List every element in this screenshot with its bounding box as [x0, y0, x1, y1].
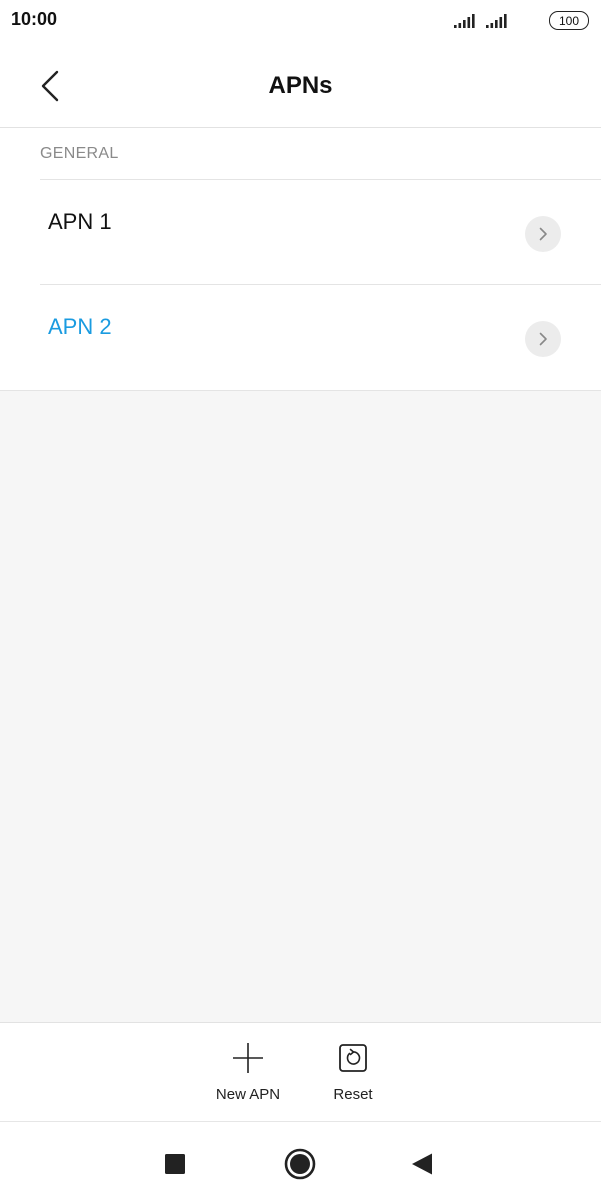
home-circle-icon: [284, 1148, 316, 1180]
nav-back-button[interactable]: [402, 1147, 442, 1181]
list-item-label-selected: APN 2: [48, 314, 112, 339]
status-bar: 10:00 100: [0, 0, 601, 44]
apn-settings-screen: 10:00 100 APNs GENERAL APN 1 APN 2 New A…: [0, 0, 601, 1202]
reset-icon: [339, 1044, 367, 1072]
recents-square-icon: [165, 1154, 185, 1174]
home-button[interactable]: [280, 1147, 320, 1181]
battery-level: 100: [558, 13, 580, 28]
battery-icon: 100: [549, 11, 589, 30]
back-triangle-icon: [412, 1153, 432, 1175]
chevron-right-icon: [525, 321, 561, 357]
reset-button[interactable]: Reset: [308, 1041, 398, 1111]
bottom-toolbar: New APN Reset: [0, 1022, 601, 1122]
page-title: APNs: [268, 72, 333, 99]
section-header: GENERAL: [40, 145, 119, 162]
list-item-apn-1[interactable]: APN 1: [0, 180, 601, 284]
reset-label: Reset: [333, 1086, 373, 1103]
signal-icon-2: [486, 14, 507, 28]
new-apn-label: New APN: [215, 1086, 281, 1103]
list-item-label: APN 1: [48, 209, 112, 234]
signal-icon: [454, 14, 475, 28]
navigation-bar: [0, 1121, 601, 1202]
recents-button[interactable]: [155, 1147, 195, 1181]
title-bar: APNs: [0, 44, 601, 128]
plus-icon: [233, 1043, 263, 1073]
status-time: 10:00: [11, 9, 58, 29]
chevron-right-icon: [525, 216, 561, 252]
apn-list: GENERAL APN 1 APN 2: [0, 128, 601, 391]
new-apn-button[interactable]: New APN: [203, 1041, 293, 1111]
list-item-apn-2[interactable]: APN 2: [0, 285, 601, 389]
